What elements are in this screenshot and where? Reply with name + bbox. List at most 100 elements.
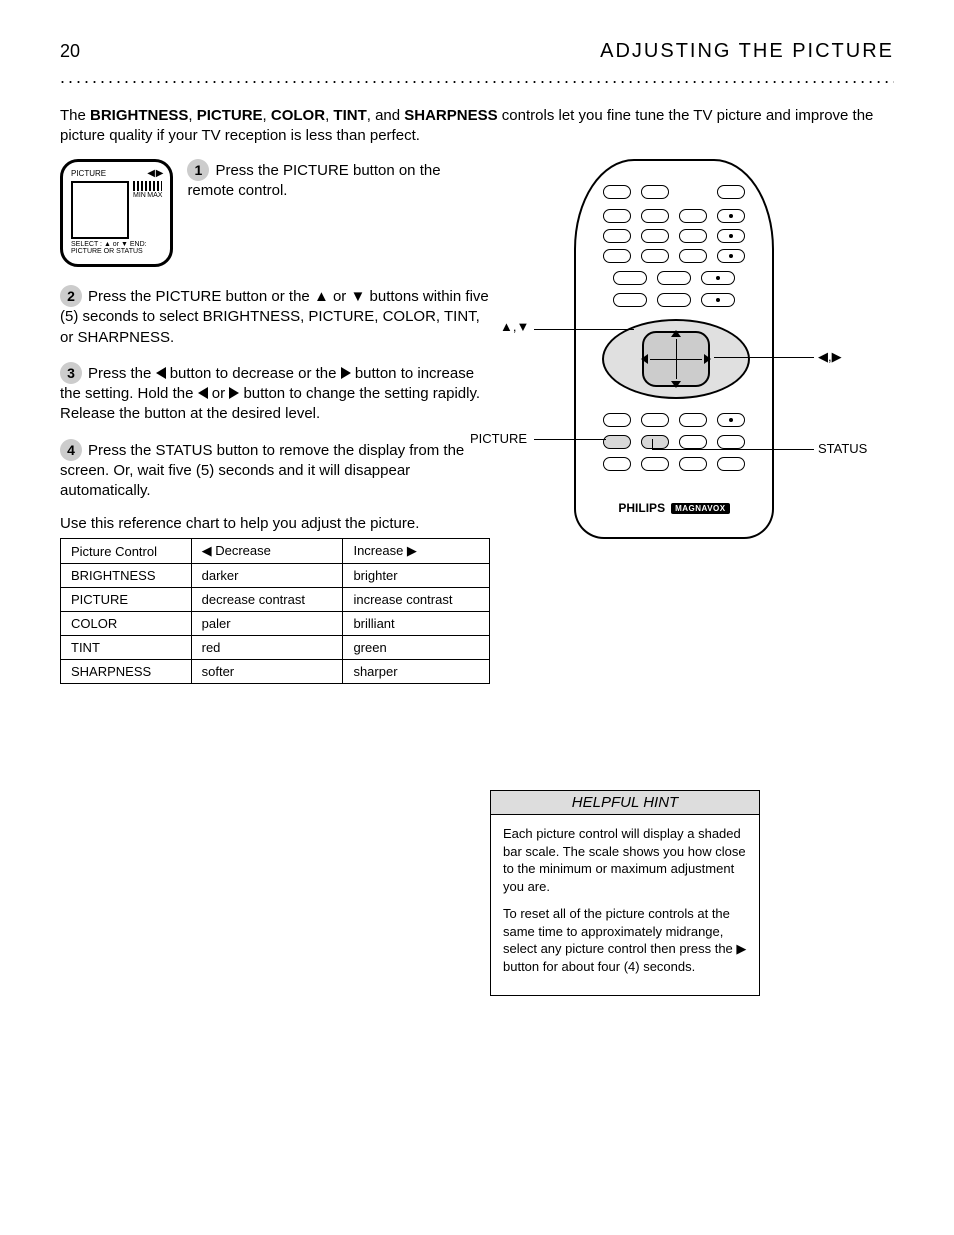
remote-button (717, 413, 745, 427)
table-cell: TINT (61, 636, 192, 660)
help-p2: To reset all of the picture controls at … (503, 905, 747, 975)
remote-button (603, 413, 631, 427)
osd-max: MAX (147, 192, 162, 199)
remote-button (717, 209, 745, 223)
brand-badge: MAGNAVOX (671, 503, 730, 514)
page-header: 20 ADJUSTING THE PICTURE (60, 40, 894, 63)
osd-bottom-hint: SELECT : ▲ or ▼ END: PICTURE OR STATUS (71, 241, 162, 255)
remote-button (613, 271, 647, 285)
callout-line (534, 329, 634, 330)
remote-status-button (641, 435, 669, 449)
step-3-badge: 3 (60, 362, 82, 384)
remote-button (641, 457, 669, 471)
remote-button (613, 293, 647, 307)
remote-row-4 (576, 249, 772, 263)
step-3: 3Press the button to decrease or the but… (60, 362, 490, 425)
table-cell: darker (191, 564, 343, 588)
remote-button (679, 249, 707, 263)
triangle-left-icon (156, 367, 166, 379)
table-cell: sharper (343, 660, 490, 684)
remote-diagram: PHILIPS MAGNAVOX ▲,▼ ◀,▶ PICTURE STATUS (574, 159, 774, 539)
table-row: SHARPNESSsoftersharper (61, 660, 490, 684)
remote-row-2 (576, 209, 772, 223)
page-number: 20 (60, 41, 80, 62)
step-4-badge: 4 (60, 439, 82, 461)
table-cell: red (191, 636, 343, 660)
table-cell: BRIGHTNESS (61, 564, 192, 588)
remote-button (603, 457, 631, 471)
remote-button (641, 229, 669, 243)
remote-button (679, 413, 707, 427)
step-1: 1Press the PICTURE button on the remote … (187, 159, 490, 202)
remote-button (679, 457, 707, 471)
step-2-text-a: Press the PICTURE button or the (88, 288, 314, 305)
table-cell: green (343, 636, 490, 660)
osd-picture-label: PICTURE (71, 169, 106, 178)
remote-row-7 (576, 413, 772, 427)
table-cell: softer (191, 660, 343, 684)
remote-row-5 (576, 271, 772, 285)
reference-table: Picture Control ◀ Decrease Increase ▶ BR… (60, 538, 490, 684)
step-4-text: Press the STATUS button to remove the di… (60, 442, 464, 500)
step-4: 4Press the STATUS button to remove the d… (60, 439, 490, 502)
callout-line (652, 449, 814, 450)
table-body: BRIGHTNESSdarkerbrighterPICTUREdecrease … (61, 564, 490, 684)
step-3-text-d: or (208, 385, 230, 402)
table-cell: increase contrast (343, 588, 490, 612)
callout-updn: ▲,▼ (500, 319, 529, 334)
triangle-left-icon-2 (198, 387, 208, 399)
step-1-text: Press the PICTURE button on the remote c… (187, 162, 440, 199)
step-2-text-b: or (329, 288, 351, 305)
remote-button (717, 185, 745, 199)
osd-min: MIN (133, 192, 146, 199)
osd-scale-ticks (133, 181, 162, 191)
callout-line (534, 439, 606, 440)
table-row: BRIGHTNESSdarkerbrighter (61, 564, 490, 588)
step-1-badge: 1 (187, 159, 209, 181)
callout-lfrt: ◀,▶ (818, 349, 842, 365)
callout-picture: PICTURE (470, 431, 527, 446)
page-title: ADJUSTING THE PICTURE (600, 40, 894, 63)
remote-button (717, 249, 745, 263)
remote-row-3 (576, 229, 772, 243)
callout-status: STATUS (818, 441, 867, 456)
remote-button (679, 209, 707, 223)
help-p1: Each picture control will display a shad… (503, 825, 747, 895)
table-cell: SHARPNESS (61, 660, 192, 684)
triangle-right-icon-2 (229, 387, 239, 399)
remote-button (603, 249, 631, 263)
remote-brand: PHILIPS MAGNAVOX (576, 501, 772, 515)
callout-line (652, 439, 653, 449)
dpad-up-icon (671, 330, 681, 337)
remote-button (641, 185, 669, 199)
tv-osd-preview: PICTURE ◀ ▶ MIN MAX SELECT : ▲ or ▼ END:… (60, 159, 173, 267)
brand-text: PHILIPS (618, 501, 665, 515)
remote-row-1 (576, 185, 772, 199)
remote-row-9 (576, 457, 772, 471)
table-cell: brighter (343, 564, 490, 588)
remote-button (603, 229, 631, 243)
remote-picture-button (603, 435, 631, 449)
table-row: COLORpalerbrilliant (61, 612, 490, 636)
remote-dpad (602, 319, 750, 399)
remote-row-8 (576, 435, 772, 449)
intro-paragraph: The BRIGHTNESS, PICTURE, COLOR, TINT, an… (60, 106, 890, 145)
osd-preview-box (71, 181, 129, 239)
table-cell: brilliant (343, 612, 490, 636)
th-increase: Increase ▶ (343, 539, 490, 564)
remote-button (603, 185, 631, 199)
dpad-right-icon (704, 354, 711, 364)
osd-arrows: ◀ ▶ (147, 168, 162, 179)
table-cell: PICTURE (61, 588, 192, 612)
remote-button (717, 229, 745, 243)
dpad-down-icon (671, 381, 681, 388)
step-3-text-a: Press the (88, 365, 156, 382)
remote-button (641, 209, 669, 223)
dotted-rule: ........................................… (60, 67, 894, 88)
step-3-text-b: button to decrease or the (166, 365, 341, 382)
table-cell: COLOR (61, 612, 192, 636)
remote-row-6 (576, 293, 772, 307)
remote-button (679, 435, 707, 449)
remote-body: PHILIPS MAGNAVOX (574, 159, 774, 539)
remote-button (679, 229, 707, 243)
